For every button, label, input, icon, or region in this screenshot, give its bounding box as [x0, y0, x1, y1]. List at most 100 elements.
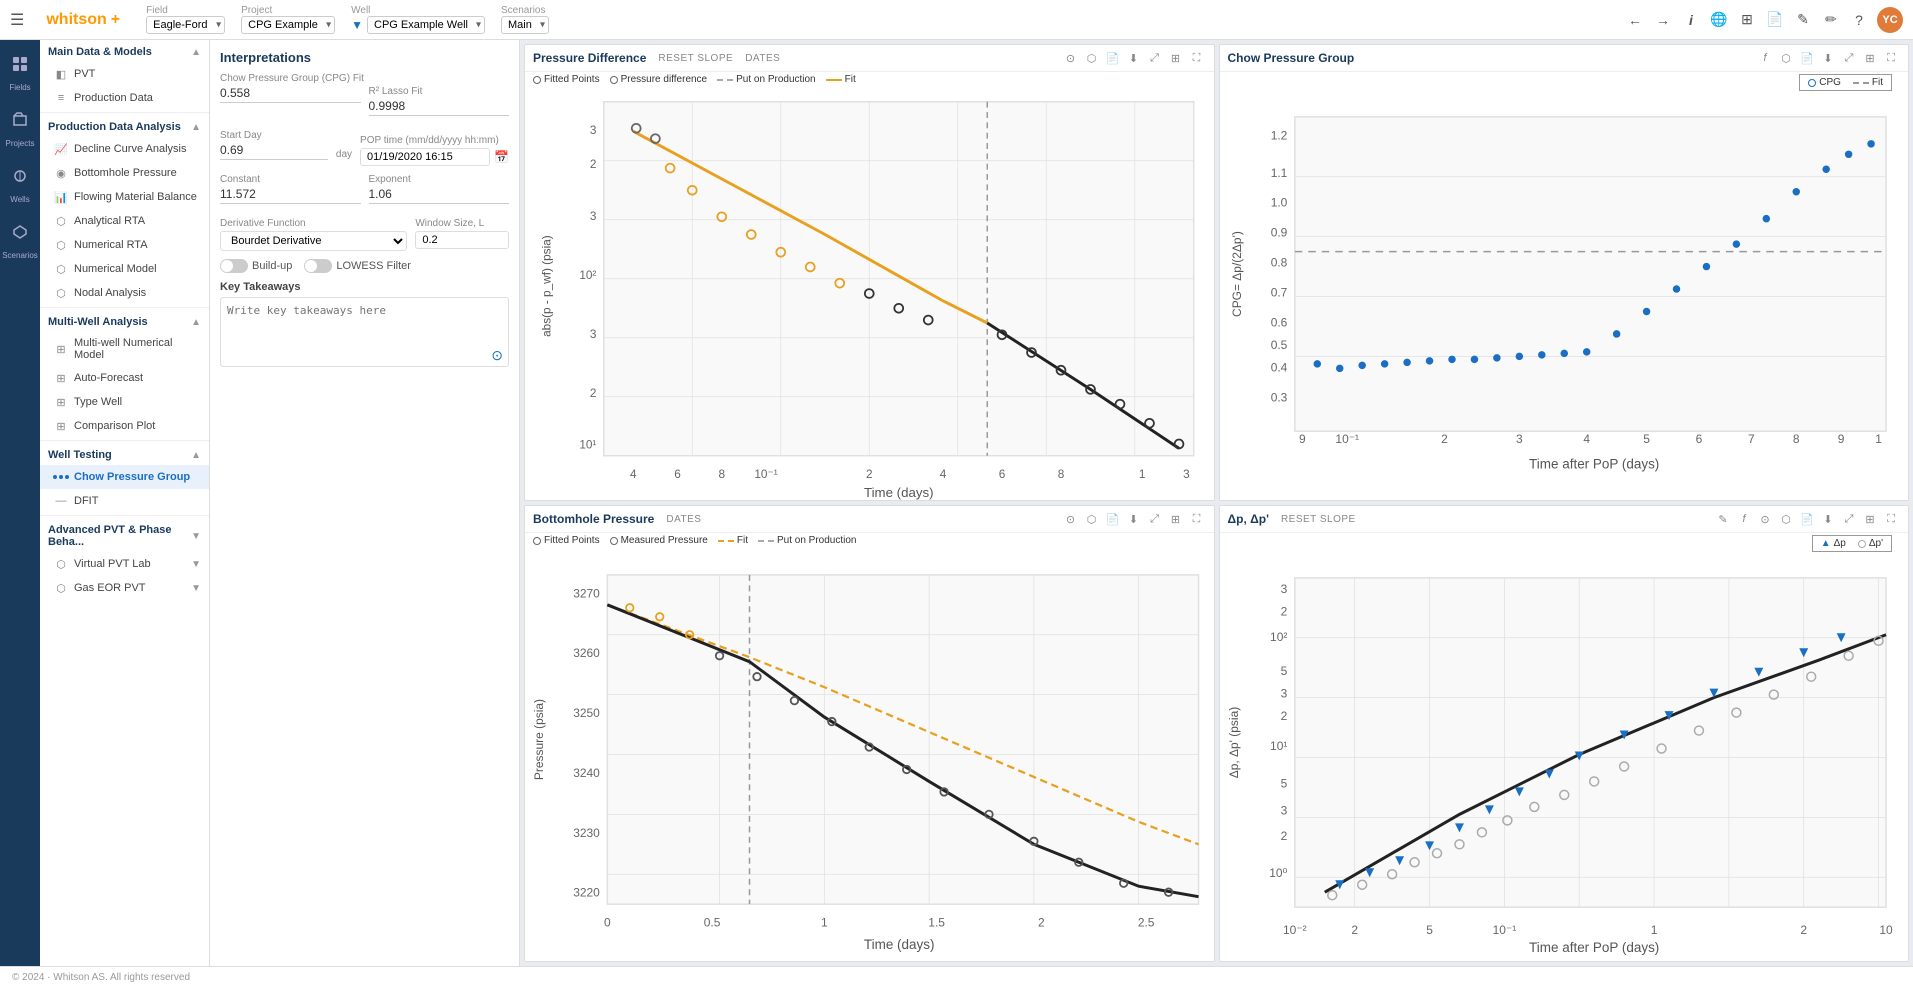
legend-fit-orange[interactable]: Fit: [826, 74, 856, 85]
bh-action-1[interactable]: ⊙: [1062, 510, 1080, 528]
cp-action-3[interactable]: ⬇: [1819, 49, 1837, 67]
fields-sidebar-icon[interactable]: [4, 48, 36, 80]
nav-flowing-mb[interactable]: 📊 Flowing Material Balance: [40, 185, 209, 209]
dp-action-f[interactable]: f: [1735, 510, 1753, 528]
legend-bh-put-on-prod[interactable]: Put on Production: [758, 535, 857, 546]
nav-fwd-icon[interactable]: →: [1653, 10, 1673, 30]
delta-p-reset-slope[interactable]: RESET SLOPE: [1281, 514, 1356, 525]
bottomhole-header: Bottomhole Pressure DATES ⊙ ⬡ 📄 ⬇ ⤢ ⊞ ⛶: [525, 506, 1214, 533]
pressure-diff-reset-slope[interactable]: RESET SLOPE: [658, 53, 733, 64]
legend-measured-pressure[interactable]: Measured Pressure: [610, 535, 708, 546]
build-up-toggle[interactable]: [220, 259, 248, 273]
key-takeaways-input[interactable]: [220, 297, 509, 367]
lowess-toggle-label[interactable]: LOWESS Filter: [304, 259, 411, 273]
window-size-input[interactable]: [415, 231, 509, 249]
nav-gas-eor[interactable]: ⬡ Gas EOR PVT ▼: [40, 576, 209, 600]
nav-back-icon[interactable]: ←: [1625, 10, 1645, 30]
bh-action-4[interactable]: ⬇: [1125, 510, 1143, 528]
dp-action-7[interactable]: ⛶: [1882, 510, 1900, 528]
nav-numerical-rta[interactable]: ⬡ Numerical RTA: [40, 233, 209, 257]
bh-action-7[interactable]: ⛶: [1188, 510, 1206, 528]
cp-action-1[interactable]: ⬡: [1777, 49, 1795, 67]
nav-pvt[interactable]: ◧ PVT: [40, 62, 209, 86]
nav-nodal-analysis[interactable]: ⬡ Nodal Analysis: [40, 281, 209, 305]
projects-sidebar-icon[interactable]: [4, 104, 36, 136]
scenarios-select[interactable]: Main: [501, 16, 549, 34]
edit-icon[interactable]: ✏: [1821, 10, 1841, 30]
legend-fit-dash[interactable]: Fit: [1853, 77, 1883, 88]
cp-action-6[interactable]: ⛶: [1882, 49, 1900, 67]
nav-analytical-rta[interactable]: ⬡ Analytical RTA: [40, 209, 209, 233]
hamburger-menu[interactable]: ☰: [10, 10, 24, 30]
bh-action-6[interactable]: ⊞: [1167, 510, 1185, 528]
cp-action-2[interactable]: 📄: [1798, 49, 1816, 67]
pop-time-input[interactable]: [360, 148, 490, 166]
nav-type-well[interactable]: ⊞ Type Well: [40, 390, 209, 414]
bh-action-3[interactable]: 📄: [1104, 510, 1122, 528]
dp-action-3[interactable]: 📄: [1798, 510, 1816, 528]
legend-pressure-difference[interactable]: Pressure difference: [610, 74, 708, 85]
pd-action-5[interactable]: ⤢: [1146, 49, 1164, 67]
nav-bottomhole[interactable]: ◉ Bottomhole Pressure: [40, 161, 209, 185]
calendar-icon[interactable]: 📅: [494, 150, 509, 164]
export-icon[interactable]: 📄: [1765, 10, 1785, 30]
nav-chow-pressure[interactable]: Chow Pressure Group: [40, 465, 209, 489]
bottomhole-dates[interactable]: DATES: [666, 514, 701, 525]
nav-virtual-pvt[interactable]: ⬡ Virtual PVT Lab ▼: [40, 552, 209, 576]
nav-dfit[interactable]: — DFIT: [40, 489, 209, 513]
takeaways-submit-icon[interactable]: ⊙: [491, 347, 503, 364]
production-analysis-section[interactable]: Production Data Analysis ▲: [40, 115, 209, 137]
edit2-icon[interactable]: ✎: [1793, 10, 1813, 30]
info-icon[interactable]: i: [1681, 10, 1701, 30]
nav-auto-forecast[interactable]: ⊞ Auto-Forecast: [40, 366, 209, 390]
field-select[interactable]: Eagle-Ford: [146, 16, 225, 34]
legend-delta-p[interactable]: ▲ Δp: [1821, 538, 1846, 549]
main-data-section[interactable]: Main Data & Models ▲: [40, 40, 209, 62]
build-up-toggle-label[interactable]: Build-up: [220, 259, 292, 273]
bh-action-5[interactable]: ⤢: [1146, 510, 1164, 528]
pd-action-6[interactable]: ⊞: [1167, 49, 1185, 67]
dp-legend-box: ▲ Δp Δp': [1812, 535, 1892, 552]
bh-action-2[interactable]: ⬡: [1083, 510, 1101, 528]
cp-action-4[interactable]: ⤢: [1840, 49, 1858, 67]
well-testing-chevron: ▲: [191, 450, 201, 461]
user-avatar[interactable]: YC: [1877, 7, 1903, 33]
pd-action-1[interactable]: ⊙: [1062, 49, 1080, 67]
help-icon[interactable]: ?: [1849, 10, 1869, 30]
legend-delta-p-prime[interactable]: Δp': [1858, 538, 1883, 549]
well-select[interactable]: CPG Example Well: [367, 16, 485, 34]
legend-fitted-points[interactable]: Fitted Points: [533, 74, 600, 85]
pd-action-2[interactable]: ⬡: [1083, 49, 1101, 67]
dp-action-1[interactable]: ⊙: [1756, 510, 1774, 528]
scenarios-sidebar-icon[interactable]: [4, 216, 36, 248]
legend-cpg[interactable]: CPG: [1808, 77, 1841, 88]
dp-action-pencil[interactable]: ✎: [1714, 510, 1732, 528]
dp-action-5[interactable]: ⤢: [1840, 510, 1858, 528]
dp-action-4[interactable]: ⬇: [1819, 510, 1837, 528]
nav-comparison-plot[interactable]: ⊞ Comparison Plot: [40, 414, 209, 438]
nav-multi-well-numerical[interactable]: ⊞ Multi-well Numerical Model: [40, 332, 209, 366]
globe-icon[interactable]: 🌐: [1709, 10, 1729, 30]
pd-action-7[interactable]: ⛶: [1188, 49, 1206, 67]
well-testing-section[interactable]: Well Testing ▲: [40, 443, 209, 465]
legend-bh-fitted[interactable]: Fitted Points: [533, 535, 600, 546]
cp-action-5[interactable]: ⊞: [1861, 49, 1879, 67]
pd-action-3[interactable]: 📄: [1104, 49, 1122, 67]
project-select[interactable]: CPG Example: [241, 16, 335, 34]
pd-action-4[interactable]: ⬇: [1125, 49, 1143, 67]
dp-action-6[interactable]: ⊞: [1861, 510, 1879, 528]
nav-decline-curve[interactable]: 📈 Decline Curve Analysis: [40, 137, 209, 161]
grid-icon[interactable]: ⊞: [1737, 10, 1757, 30]
cp-action-f[interactable]: f: [1756, 49, 1774, 67]
nav-production-data[interactable]: ≡ Production Data: [40, 86, 209, 110]
legend-put-on-production[interactable]: Put on Production: [717, 74, 816, 85]
legend-bh-fit[interactable]: Fit: [718, 535, 748, 546]
wells-sidebar-icon[interactable]: [4, 160, 36, 192]
multi-well-section[interactable]: Multi-Well Analysis ▲: [40, 310, 209, 332]
nav-numerical-model[interactable]: ⬡ Numerical Model: [40, 257, 209, 281]
lowess-toggle[interactable]: [304, 259, 332, 273]
advanced-pvt-section[interactable]: Advanced PVT & Phase Beha... ▼: [40, 518, 209, 552]
dp-action-2[interactable]: ⬡: [1777, 510, 1795, 528]
pressure-diff-dates[interactable]: DATES: [745, 53, 780, 64]
derivative-select[interactable]: Bourdet Derivative: [220, 231, 407, 251]
